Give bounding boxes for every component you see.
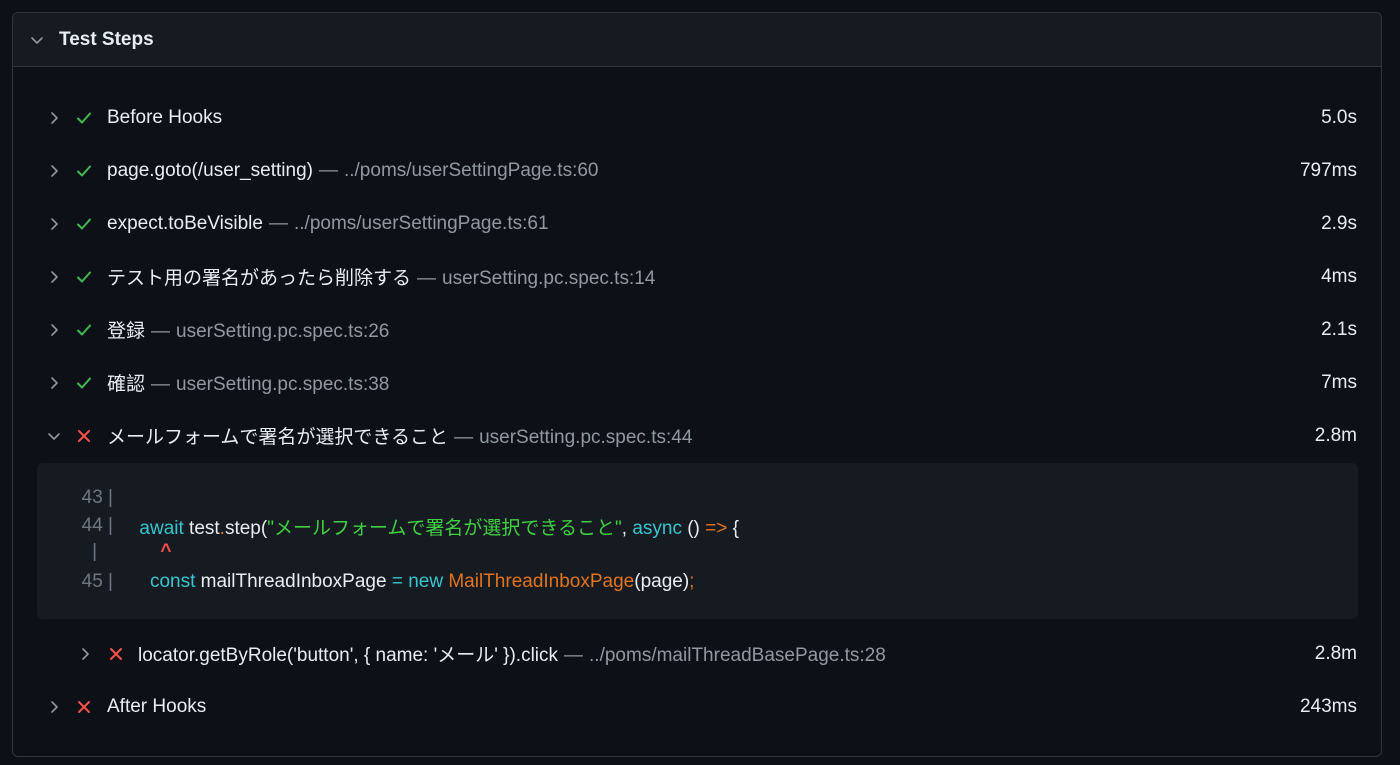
- code-line: 43 |: [37, 485, 113, 511]
- code-operator: =>: [705, 517, 728, 539]
- chevron-right-icon: [51, 700, 58, 713]
- step-duration: 797ms: [1299, 159, 1357, 181]
- step-row-after-hooks[interactable]: After Hooks 243ms: [13, 680, 1381, 733]
- step-label: 確認 — userSetting.pc.spec.ts:38: [107, 369, 389, 396]
- step-title: メールフォームで署名が選択できること: [107, 427, 449, 448]
- step-location: userSetting.pc.spec.ts:14: [442, 268, 656, 289]
- step-separator: —: [151, 374, 171, 395]
- cross-icon: [110, 647, 122, 660]
- code-line: | ^: [37, 539, 171, 565]
- step-label: page.goto(/user_setting) — ../poms/userSet…: [107, 160, 599, 182]
- step-separator: —: [318, 159, 338, 181]
- line-number: 43 |: [81, 487, 113, 508]
- chevron-down-icon: [31, 36, 43, 44]
- chevron-right-icon: [51, 376, 58, 389]
- chevron-right-icon: [51, 323, 58, 336]
- check-icon: [77, 112, 91, 123]
- code-keyword: async: [632, 517, 682, 539]
- code-line: 44 | await test.step("メールフォームで署名が選択できること…: [37, 513, 739, 539]
- step-row-expanded[interactable]: メールフォームで署名が選択できること — userSetting.pc.spec.t…: [13, 409, 1381, 462]
- step-title: 確認: [107, 374, 146, 395]
- step-label: 登録 — userSetting.pc.spec.ts:26: [107, 316, 389, 343]
- check-icon: [77, 271, 91, 282]
- step-row[interactable]: 登録 — userSetting.pc.spec.ts:26 2.1s: [13, 303, 1381, 356]
- substep-separator: —: [564, 645, 584, 666]
- step-separator: —: [417, 268, 437, 289]
- step-row[interactable]: Before Hooks 5.0s: [13, 91, 1381, 144]
- check-icon: [77, 324, 91, 335]
- panel-title: Test Steps: [59, 28, 154, 50]
- step-duration: 5.0s: [1321, 106, 1357, 128]
- step-title: テスト用の署名があったら削除する: [107, 268, 412, 289]
- line-number: 44 |: [81, 515, 113, 536]
- check-icon: [77, 377, 91, 388]
- step-title: expect.toBeVisible: [107, 212, 263, 234]
- code-keyword: await: [139, 517, 184, 539]
- code-keyword: const: [149, 571, 196, 592]
- code-snippet: 43 | 44 | await test.step("メールフォームで署名が選択…: [37, 463, 1358, 619]
- cross-icon: [78, 700, 90, 713]
- substep-duration: 2.8m: [1314, 642, 1357, 664]
- cross-icon: [78, 429, 90, 442]
- step-separator: —: [268, 212, 288, 234]
- step-label: expect.toBeVisible — ../poms/userSettingPa…: [107, 213, 549, 235]
- step-duration: 2.1s: [1321, 318, 1357, 340]
- substep-row[interactable]: locator.getByRole('button', { name: 'メール…: [13, 627, 1381, 680]
- code-text: {: [727, 517, 739, 539]
- line-number: |: [92, 541, 97, 562]
- code-text: (): [681, 517, 706, 539]
- step-separator: —: [151, 321, 171, 342]
- chevron-right-icon: [51, 164, 58, 177]
- step-duration: 7ms: [1321, 371, 1357, 393]
- code-operator: =: [391, 571, 403, 592]
- code-class: MailThreadInboxPage: [448, 571, 635, 592]
- code-text: step(: [224, 517, 268, 539]
- error-caret: ^: [160, 541, 172, 562]
- step-row[interactable]: page.goto(/user_setting) — ../poms/userSet…: [13, 144, 1381, 197]
- code-keyword: new: [402, 571, 449, 592]
- substep-label: locator.getByRole('button', { name: 'メール…: [138, 640, 886, 667]
- step-location: userSetting.pc.spec.ts:44: [479, 427, 693, 448]
- step-location: ../poms/userSettingPage.ts:61: [293, 212, 549, 234]
- step-location: userSetting.pc.spec.ts:26: [176, 321, 390, 342]
- code-operator: ;: [689, 571, 695, 592]
- step-location: userSetting.pc.spec.ts:38: [176, 374, 390, 395]
- steps-list: Before Hooks 5.0s page.goto(/user_settin…: [13, 67, 1381, 462]
- step-title: 登録: [107, 321, 146, 342]
- chevron-right-icon: [51, 270, 58, 283]
- chevron-right-icon: [51, 217, 58, 230]
- substep-location: ../poms/mailThreadBasePage.ts:28: [589, 645, 886, 666]
- substep-title: locator.getByRole('button', { name: 'メール…: [138, 645, 559, 666]
- step-duration: 2.9s: [1321, 212, 1357, 234]
- step-duration: 4ms: [1321, 265, 1357, 287]
- step-title: page.goto(/user_setting): [107, 159, 313, 181]
- code-line: 45 | const mailThreadInboxPage = new Mai…: [37, 569, 695, 595]
- line-number: 45 |: [81, 571, 113, 592]
- test-steps-header[interactable]: Test Steps: [13, 13, 1381, 67]
- step-row[interactable]: テスト用の署名があったら削除する — userSetting.pc.spec.ts:…: [13, 250, 1381, 303]
- step-title: After Hooks: [107, 695, 207, 717]
- step-label: After Hooks: [107, 696, 206, 718]
- test-steps-panel: Test Steps Before Hooks 5.0s page.goto(/…: [12, 12, 1382, 757]
- code-text: (page): [634, 571, 690, 592]
- step-label: メールフォームで署名が選択できること — userSetting.pc.spec.t…: [107, 422, 692, 449]
- code-string: "メールフォームで署名が選択できること": [267, 517, 622, 539]
- step-row[interactable]: 確認 — userSetting.pc.spec.ts:38 7ms: [13, 356, 1381, 409]
- chevron-down-icon: [48, 432, 60, 440]
- chevron-right-icon: [51, 111, 58, 124]
- step-label: テスト用の署名があったら削除する — userSetting.pc.spec.ts:…: [107, 263, 655, 290]
- step-duration: 243ms: [1299, 695, 1357, 717]
- step-row[interactable]: expect.toBeVisible — ../poms/userSettingPa…: [13, 197, 1381, 250]
- step-location: ../poms/userSettingPage.ts:60: [343, 159, 599, 181]
- code-text: mailThreadInboxPage: [195, 571, 392, 592]
- code-text: test: [183, 517, 220, 539]
- step-duration: 2.8m: [1314, 424, 1357, 446]
- code-text: ,: [621, 517, 633, 539]
- check-icon: [77, 218, 91, 229]
- step-title: Before Hooks: [107, 106, 223, 128]
- check-icon: [77, 165, 91, 176]
- step-label: Before Hooks: [107, 107, 222, 129]
- step-separator: —: [454, 427, 474, 448]
- chevron-right-icon: [82, 647, 89, 660]
